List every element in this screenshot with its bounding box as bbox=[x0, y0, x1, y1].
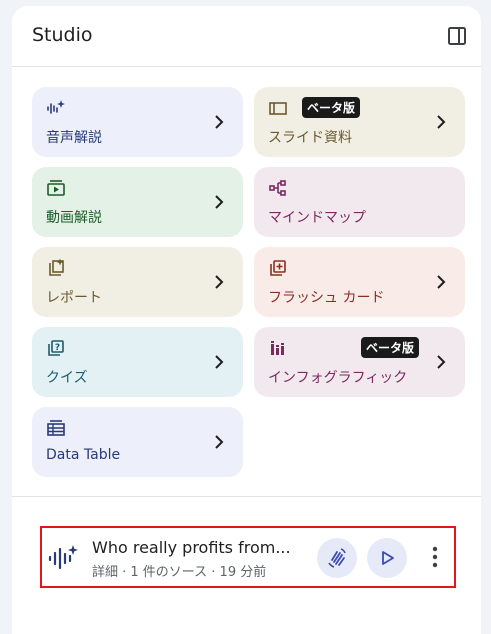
table-icon bbox=[47, 420, 65, 436]
play-icon bbox=[382, 551, 394, 565]
flashcards-icon bbox=[270, 260, 286, 276]
item-title: Who really profits from... bbox=[92, 538, 291, 557]
card-label: 音声解説 bbox=[46, 130, 102, 146]
report-icon bbox=[49, 258, 64, 276]
audio-overview-item[interactable]: Who really profits from... 詳細 · 1 件のソース … bbox=[40, 526, 456, 588]
card-label: スライド資料 bbox=[268, 130, 352, 146]
interactive-button[interactable] bbox=[317, 538, 357, 578]
audio-wave-icon bbox=[48, 545, 78, 570]
quiz-icon: ? bbox=[48, 340, 64, 356]
slides-icon bbox=[269, 102, 287, 115]
card-label: インフォグラフィック bbox=[268, 370, 408, 386]
card-label: マインドマップ bbox=[268, 210, 366, 226]
mindmap-card[interactable]: マインドマップ bbox=[254, 167, 465, 237]
item-meta: 詳細 · 1 件のソース · 19 分前 bbox=[92, 565, 267, 580]
mindmap-icon bbox=[269, 180, 286, 196]
interactive-icon bbox=[328, 548, 346, 568]
card-label: レポート bbox=[46, 290, 102, 306]
chevron-right-icon bbox=[437, 115, 446, 129]
chevron-right-icon bbox=[215, 355, 224, 369]
infographic-card[interactable]: ベータ版 インフォグラフィック bbox=[254, 327, 465, 397]
video-overview-card[interactable]: 動画解説 bbox=[32, 167, 243, 237]
chevron-right-icon bbox=[437, 355, 446, 369]
studio-header: Studio bbox=[12, 6, 481, 67]
more-vert-icon[interactable] bbox=[432, 546, 438, 568]
data-table-card[interactable]: Data Table bbox=[32, 407, 243, 477]
studio-title: Studio bbox=[32, 24, 93, 46]
svg-text:?: ? bbox=[55, 343, 60, 353]
chevron-right-icon bbox=[215, 115, 224, 129]
studio-panel: Studio 音声解説 ベータ版 スライド資料 動画解説 マインドマップ レポー… bbox=[12, 6, 481, 634]
divider bbox=[12, 496, 481, 497]
card-label: Data Table bbox=[46, 447, 121, 463]
infographic-icon bbox=[271, 341, 284, 355]
beta-badge: ベータ版 bbox=[302, 97, 361, 118]
card-label: クイズ bbox=[46, 370, 88, 386]
audio-sparkle-icon bbox=[47, 100, 65, 114]
chevron-right-icon bbox=[215, 195, 224, 209]
card-label: 動画解説 bbox=[46, 210, 102, 226]
play-button[interactable] bbox=[367, 538, 407, 578]
chevron-right-icon bbox=[215, 275, 224, 289]
quiz-card[interactable]: ? クイズ bbox=[32, 327, 243, 397]
chevron-right-icon bbox=[437, 275, 446, 289]
beta-badge: ベータ版 bbox=[361, 337, 420, 358]
card-label: フラッシュ カード bbox=[268, 290, 385, 306]
video-icon bbox=[47, 180, 65, 196]
flashcards-card[interactable]: フラッシュ カード bbox=[254, 247, 465, 317]
slides-card[interactable]: ベータ版 スライド資料 bbox=[254, 87, 465, 157]
chevron-right-icon bbox=[215, 435, 224, 449]
side-panel-icon[interactable] bbox=[447, 26, 467, 46]
audio-overview-card[interactable]: 音声解説 bbox=[32, 87, 243, 157]
report-card[interactable]: レポート bbox=[32, 247, 243, 317]
